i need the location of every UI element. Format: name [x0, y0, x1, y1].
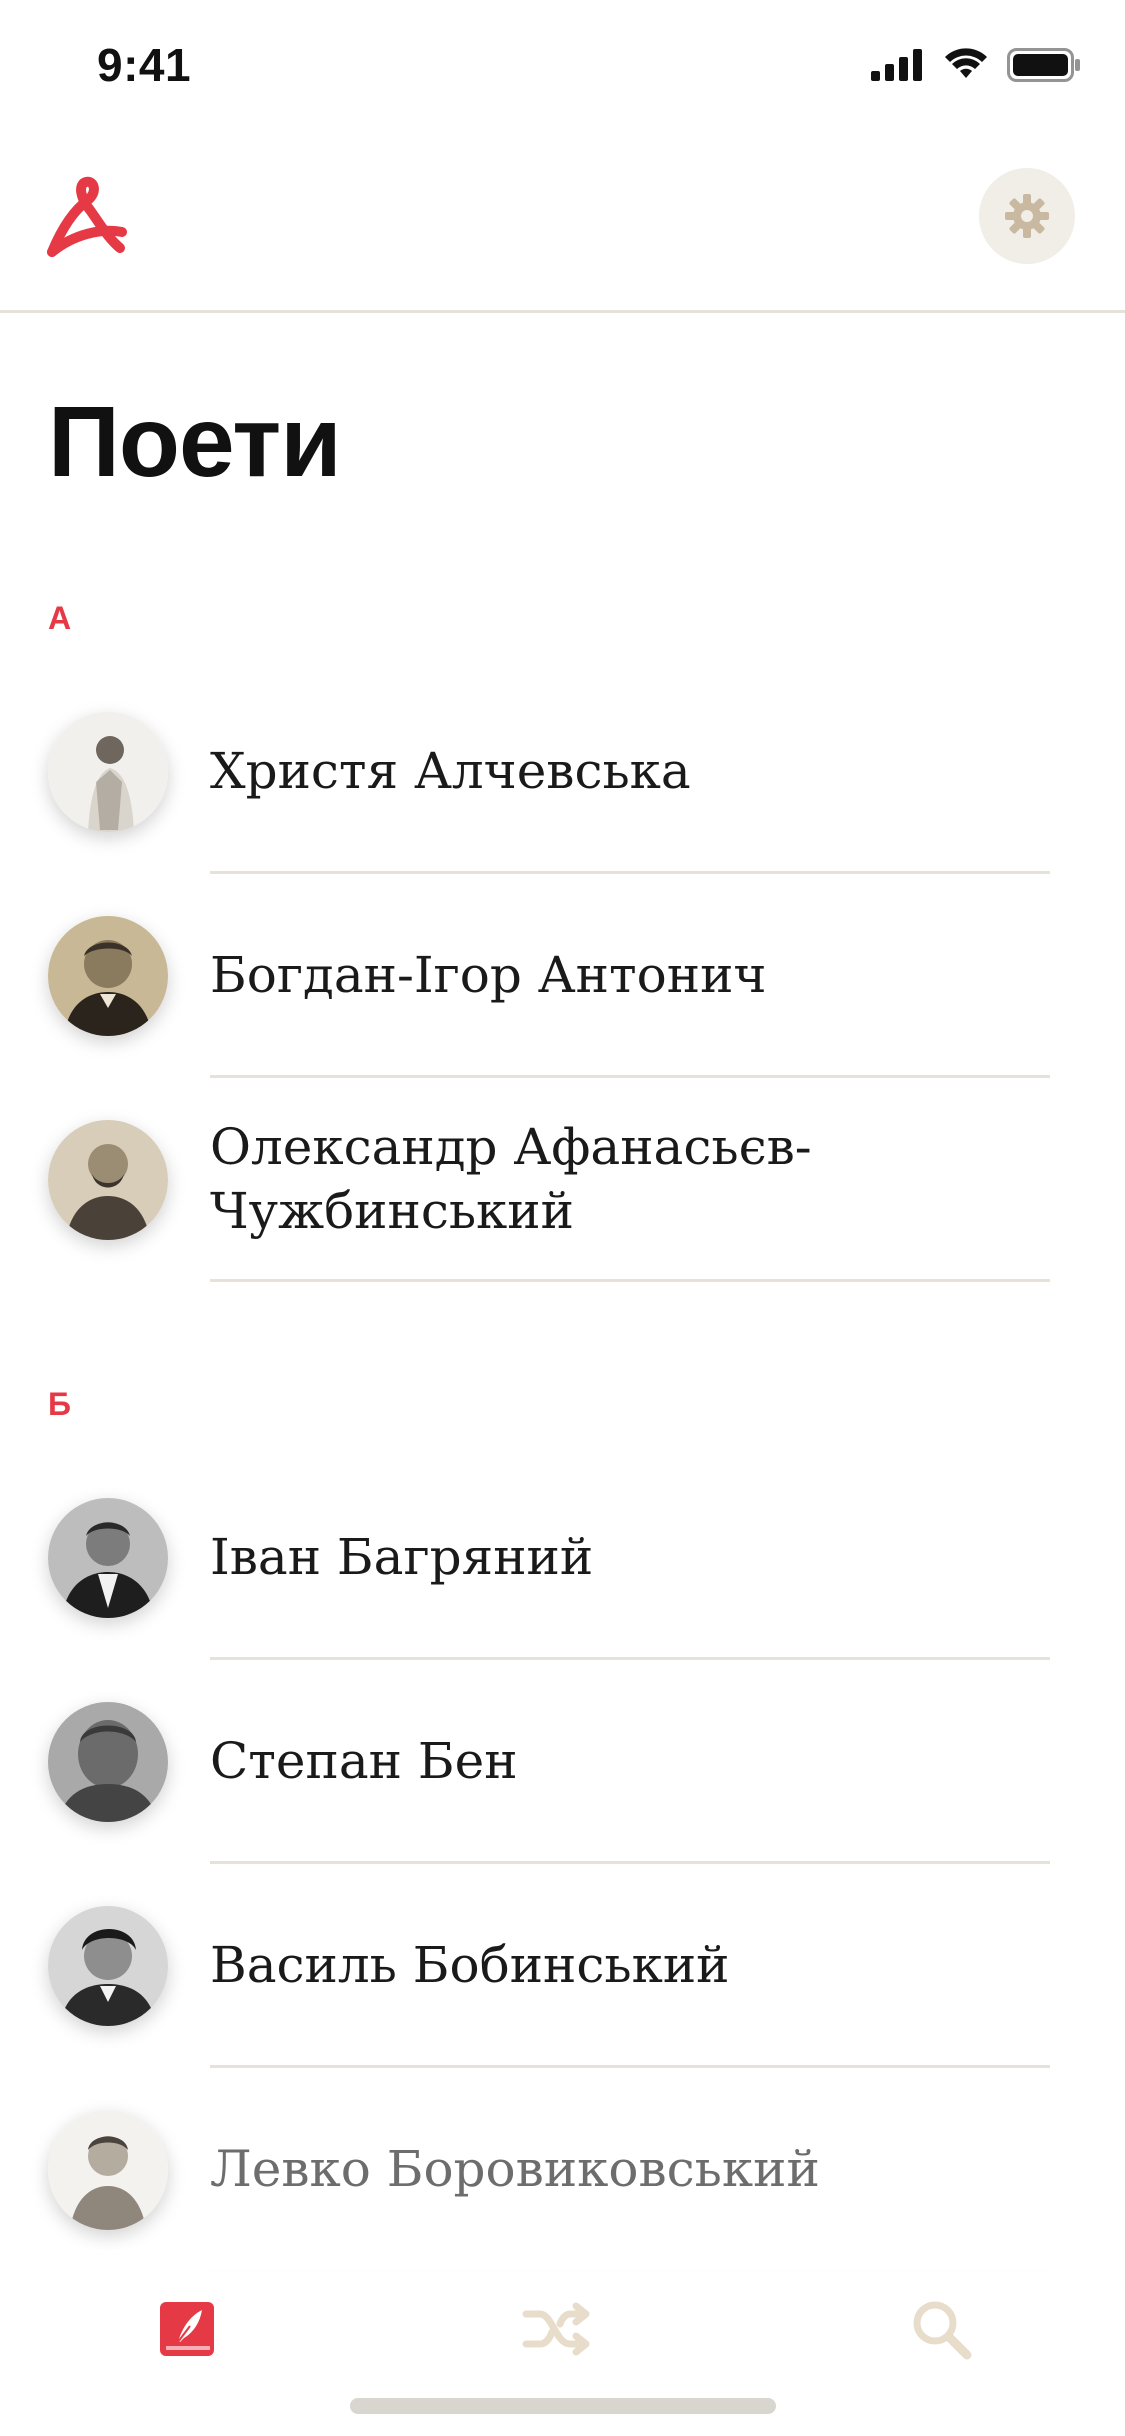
- poet-avatar: [48, 712, 168, 832]
- poet-avatar: [48, 2110, 168, 2230]
- app-logo: [44, 170, 130, 260]
- status-time: 9:41: [97, 39, 192, 91]
- poet-row[interactable]: Степан Бен: [0, 1660, 1125, 1864]
- section-letter: А: [48, 600, 72, 636]
- shuffle-icon: [522, 2302, 590, 2356]
- book-feather-icon: [160, 2302, 214, 2356]
- home-indicator[interactable]: [350, 2398, 776, 2414]
- tab-poets[interactable]: [142, 2284, 232, 2374]
- nav-bar: [0, 130, 1125, 313]
- settings-button[interactable]: [979, 168, 1075, 264]
- poet-name: Степан Бен: [210, 1732, 518, 1790]
- status-bar: 9:41: [0, 0, 1125, 130]
- section-header-a: А: [0, 560, 1125, 670]
- poet-avatar: [48, 1120, 168, 1240]
- poet-row[interactable]: Богдан-Ігор Антонич: [0, 874, 1125, 1078]
- tab-search[interactable]: [896, 2284, 986, 2374]
- poet-avatar: [48, 1906, 168, 2026]
- poet-avatar: [48, 916, 168, 1036]
- row-divider: [210, 1279, 1050, 1282]
- poet-row[interactable]: Христя Алчевська: [0, 670, 1125, 874]
- battery-icon: [1007, 48, 1080, 82]
- poet-avatar: [48, 1702, 168, 1822]
- poet-name: Олександр Афанасьєв-Чужбинський: [210, 1118, 812, 1240]
- gear-icon: [1005, 194, 1049, 238]
- section-header-b: Б: [0, 1346, 1125, 1456]
- poet-name: Василь Бобинський: [210, 1936, 730, 1994]
- poet-name: Христя Алчевська: [210, 742, 691, 800]
- poet-row[interactable]: Олександр Афанасьєв-Чужбинський: [0, 1078, 1125, 1282]
- poet-row[interactable]: Василь Бобинський: [0, 1864, 1125, 2068]
- poet-name: Іван Багряний: [210, 1528, 594, 1586]
- poet-name: Левко Боровиковський: [210, 2140, 820, 2198]
- poet-row[interactable]: Іван Багряний: [0, 1456, 1125, 1660]
- status-icons: [871, 48, 1081, 82]
- search-icon: [913, 2301, 972, 2360]
- signal-icon: [871, 49, 922, 81]
- page-title: Поети: [48, 386, 342, 498]
- section-letter: Б: [48, 1386, 71, 1422]
- poet-row[interactable]: Левко Боровиковський: [0, 2068, 1125, 2272]
- poets-list: А Христя Алчевська Богдан-Ігор Антонич О…: [0, 560, 1125, 2272]
- poet-name: Богдан-Ігор Антонич: [210, 946, 767, 1004]
- tab-random[interactable]: [513, 2284, 603, 2374]
- poet-avatar: [48, 1498, 168, 1618]
- wifi-icon: [945, 48, 987, 78]
